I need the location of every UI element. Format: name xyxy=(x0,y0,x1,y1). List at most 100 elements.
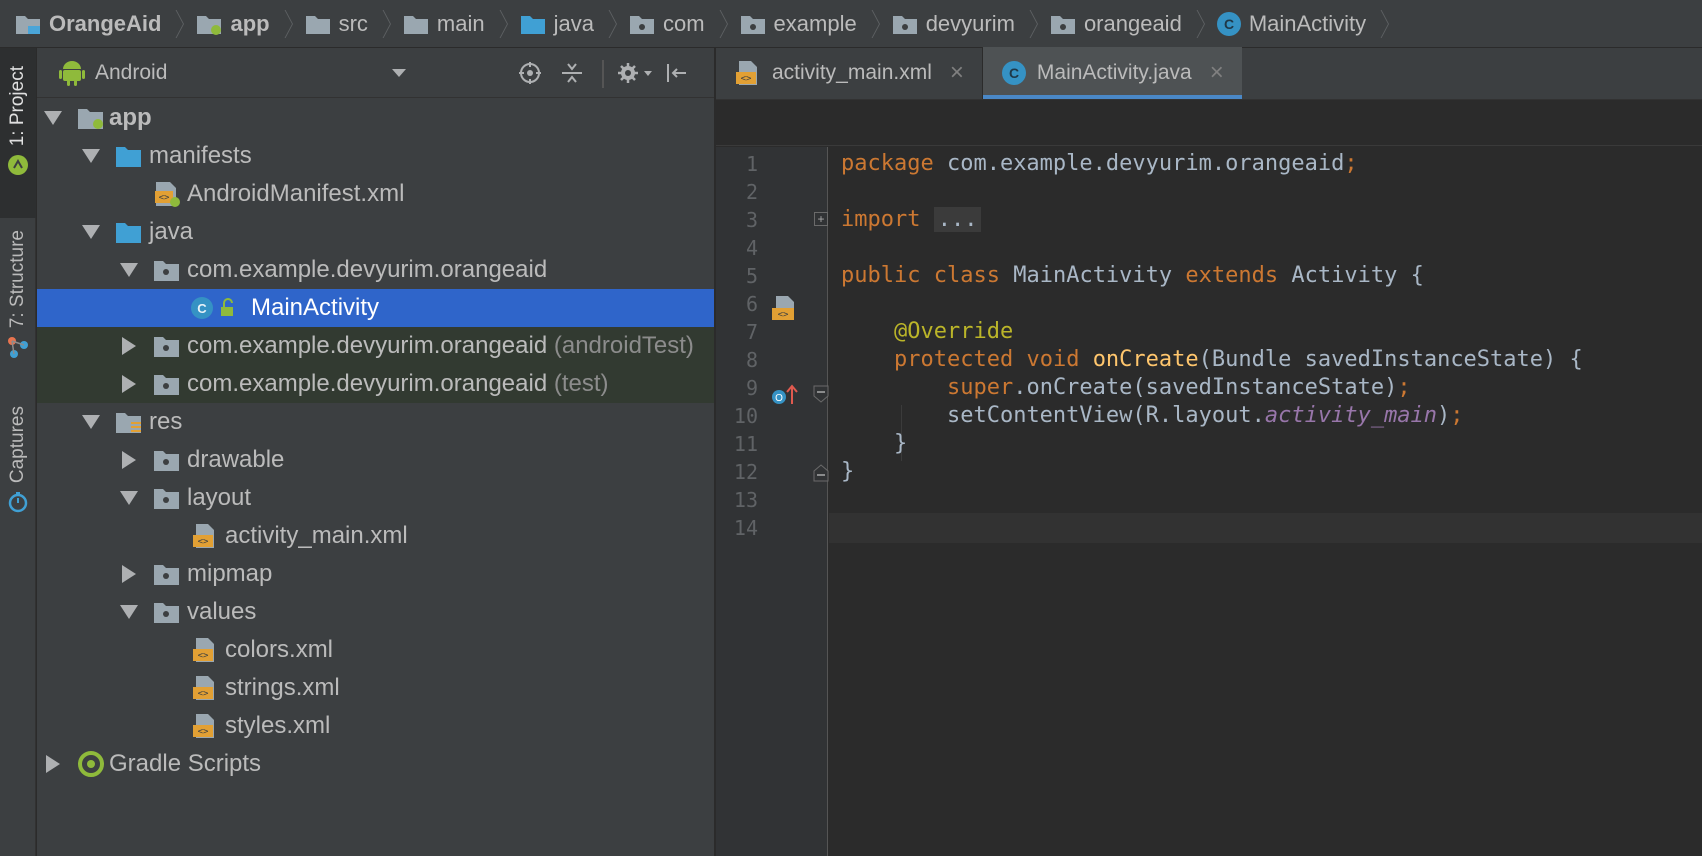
expand-toggle[interactable] xyxy=(119,593,139,631)
view-mode-select[interactable]: Android xyxy=(95,61,167,85)
project-panel: Android app manifests <> AndroidManifest… xyxy=(37,48,715,856)
tree-label: Gradle Scripts xyxy=(109,750,262,777)
gear-icon[interactable] xyxy=(615,60,655,86)
tree-node-gradle-scripts[interactable]: Gradle Scripts xyxy=(37,745,714,783)
line-number: 9 xyxy=(745,376,758,400)
breadcrumb-mainactivity[interactable]: C MainActivity xyxy=(1216,0,1366,48)
project-tree: app manifests <> AndroidManifest.xml jav… xyxy=(37,99,714,783)
expand-toggle[interactable] xyxy=(119,479,139,517)
expand-toggle[interactable] xyxy=(119,555,139,593)
line-number: 7 xyxy=(745,320,758,344)
related-layout-icon[interactable]: <> xyxy=(770,295,800,323)
tree-label: activity_main.xml xyxy=(225,522,408,549)
breadcrumb-project[interactable]: OrangeAid xyxy=(14,0,161,48)
code-line-13: } xyxy=(841,459,855,484)
line-number: 13 xyxy=(733,488,758,512)
xml-file-icon: <> xyxy=(193,638,214,662)
expand-toggle[interactable] xyxy=(43,99,63,137)
breadcrumb-example[interactable]: example xyxy=(739,0,857,48)
gradle-icon xyxy=(78,751,104,777)
project-tool-button[interactable]: 1: Project xyxy=(0,48,36,218)
breadcrumb-separator xyxy=(493,0,507,48)
tree-node-mainactivity[interactable]: C MainActivity xyxy=(37,289,714,327)
structure-tool-button[interactable]: 7: Structure xyxy=(0,224,36,374)
collapse-all-icon[interactable] xyxy=(559,60,585,86)
tree-node-manifests[interactable]: manifests xyxy=(37,137,714,175)
override-method-icon[interactable]: O xyxy=(770,382,800,408)
expand-fold-icon[interactable]: + xyxy=(814,212,828,226)
breadcrumb-java[interactable]: java xyxy=(519,0,594,48)
tree-node-res[interactable]: res xyxy=(37,403,714,441)
svg-text:C: C xyxy=(197,301,207,316)
folded-imports[interactable]: ... xyxy=(933,207,982,232)
breadcrumb-separator xyxy=(602,0,616,48)
expand-toggle[interactable] xyxy=(119,251,139,289)
captures-tool-button[interactable]: Captures xyxy=(0,400,36,530)
chevron-down-icon[interactable] xyxy=(392,69,406,77)
breadcrumb-src[interactable]: src xyxy=(304,0,368,48)
xml-file-icon: <> xyxy=(193,676,214,700)
collapse-fold-end-icon[interactable] xyxy=(813,464,829,482)
breadcrumb-label: java xyxy=(553,10,594,36)
close-icon[interactable]: × xyxy=(1210,61,1224,85)
svg-text:<>: <> xyxy=(741,74,752,84)
breadcrumb-com[interactable]: com xyxy=(628,0,705,48)
expand-toggle[interactable] xyxy=(119,365,139,403)
collapse-fold-icon[interactable] xyxy=(813,385,829,403)
breadcrumb-separator xyxy=(1374,0,1388,48)
code-line-6: public class MainActivity extends Activi… xyxy=(841,263,1424,288)
tree-node-strings-xml[interactable]: <> strings.xml xyxy=(37,669,714,707)
tree-node-package-main[interactable]: com.example.devyurim.orangeaid xyxy=(37,251,714,289)
tree-node-activity-main-xml[interactable]: <> activity_main.xml xyxy=(37,517,714,555)
tree-node-mipmap[interactable]: mipmap xyxy=(37,555,714,593)
breadcrumb-separator xyxy=(1190,0,1204,48)
tree-node-package-androidtest[interactable]: com.example.devyurim.orangeaid (androidT… xyxy=(37,327,714,365)
svg-text:<>: <> xyxy=(198,537,209,547)
line-number: 10 xyxy=(733,404,758,428)
expand-toggle[interactable] xyxy=(43,745,63,783)
expand-toggle[interactable] xyxy=(119,441,139,479)
navigation-bar: OrangeAid app src main java com example … xyxy=(0,0,1702,48)
line-number: 1 xyxy=(745,152,758,176)
tab-activity-main-xml[interactable]: <> activity_main.xml × xyxy=(716,47,982,99)
editor-toolbar xyxy=(716,100,1702,146)
breadcrumb-devyurim[interactable]: devyurim xyxy=(891,0,1015,48)
line-number-gutter: 1 2 3 4 5 6 7 8 9 10 11 12 13 14 <> O + xyxy=(716,147,829,856)
expand-toggle[interactable] xyxy=(81,213,101,251)
breadcrumb-main[interactable]: main xyxy=(402,0,485,48)
tree-node-layout[interactable]: layout xyxy=(37,479,714,517)
tab-mainactivity-java[interactable]: C MainActivity.java × xyxy=(982,47,1242,99)
left-tool-stripe: 1: Project 7: Structure Captures xyxy=(0,48,36,856)
tree-label: com.example.devyurim.orangeaid xyxy=(187,332,548,359)
tree-node-colors-xml[interactable]: <> colors.xml xyxy=(37,631,714,669)
package-icon xyxy=(154,375,179,395)
line-number: 11 xyxy=(733,432,758,456)
breadcrumb-label: example xyxy=(773,10,857,36)
tree-label: app xyxy=(109,104,152,131)
package-icon xyxy=(740,15,765,34)
tree-node-package-test[interactable]: com.example.devyurim.orangeaid (test) xyxy=(37,365,714,403)
breadcrumb-app[interactable]: app xyxy=(195,0,270,48)
expand-toggle[interactable] xyxy=(81,137,101,175)
structure-icon xyxy=(8,337,28,359)
xml-file-icon: <> xyxy=(193,714,214,738)
svg-text:<>: <> xyxy=(778,310,789,320)
source-folder-icon xyxy=(520,15,545,34)
breadcrumb-orangeaid[interactable]: orangeaid xyxy=(1049,0,1182,48)
tree-node-values[interactable]: values xyxy=(37,593,714,631)
folder-icon xyxy=(305,15,330,34)
svg-text:C: C xyxy=(1224,16,1234,32)
tree-node-java[interactable]: java xyxy=(37,213,714,251)
tree-node-androidmanifest[interactable]: <> AndroidManifest.xml xyxy=(37,175,714,213)
close-icon[interactable]: × xyxy=(950,61,964,85)
class-icon: C xyxy=(191,297,213,319)
expand-toggle[interactable] xyxy=(81,403,101,441)
tree-suffix: (androidTest) xyxy=(553,332,694,359)
tree-node-styles-xml[interactable]: <> styles.xml xyxy=(37,707,714,745)
code-area[interactable]: package com.example.devyurim.orangeaid; … xyxy=(829,147,1702,856)
hide-panel-icon[interactable] xyxy=(663,60,689,86)
tree-node-app[interactable]: app xyxy=(37,99,714,137)
tree-node-drawable[interactable]: drawable xyxy=(37,441,714,479)
expand-toggle[interactable] xyxy=(119,327,139,365)
locate-target-icon[interactable] xyxy=(517,60,543,86)
